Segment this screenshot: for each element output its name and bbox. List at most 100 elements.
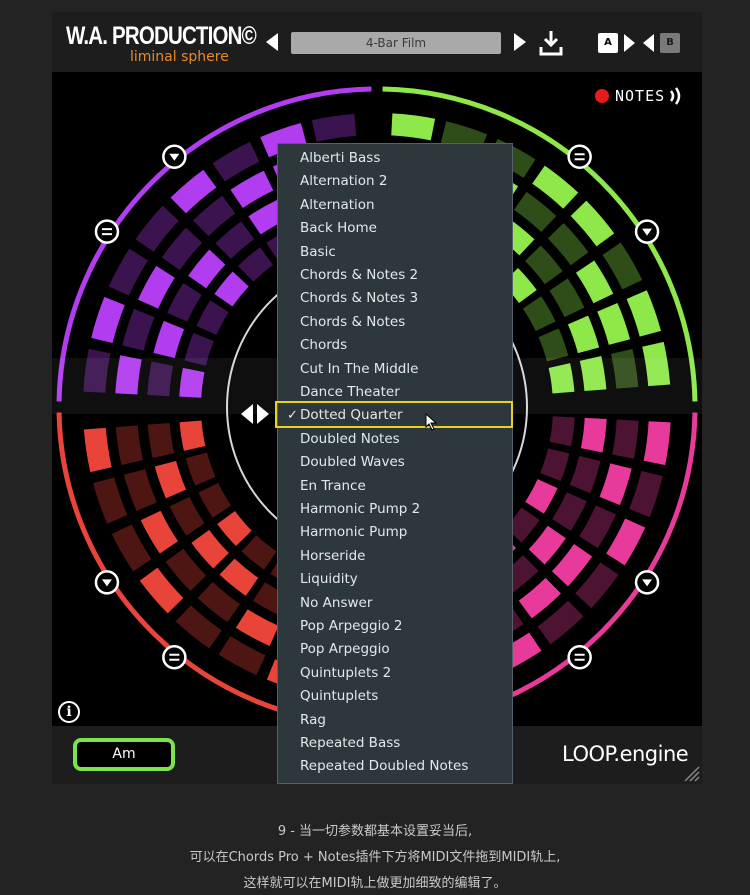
segment-red bbox=[165, 548, 207, 591]
segment-pink bbox=[552, 492, 587, 531]
menu-item[interactable]: Rag bbox=[278, 709, 512, 732]
segment-purple bbox=[108, 248, 148, 296]
menu-item[interactable]: Quintuplets 2 bbox=[278, 662, 512, 685]
segment-pink bbox=[528, 525, 566, 565]
segment-green bbox=[538, 328, 569, 362]
menu-item-label: No Answer bbox=[300, 594, 373, 611]
menu-item-label: Chords & Notes 2 bbox=[300, 267, 419, 283]
menu-item-label: Rag bbox=[300, 711, 326, 728]
segment-red bbox=[191, 529, 229, 569]
brand-subtitle: liminal sphere bbox=[130, 49, 229, 65]
menu-item[interactable]: Liquidity bbox=[278, 568, 512, 591]
segment-pink bbox=[579, 505, 616, 549]
menu-toggle-icon[interactable] bbox=[94, 219, 120, 244]
menu-item[interactable]: Dance Theater bbox=[278, 381, 512, 404]
segment-pink bbox=[606, 518, 646, 566]
previous-preset-arrow-icon[interactable] bbox=[266, 33, 278, 51]
segment-red bbox=[140, 510, 179, 554]
segment-red bbox=[219, 558, 259, 596]
menu-item[interactable]: Alternation bbox=[278, 194, 512, 217]
loop-engine-logo: LOOP.engine bbox=[562, 742, 689, 766]
copy-b-to-a-arrow-icon[interactable] bbox=[643, 34, 654, 52]
segment-purple bbox=[91, 296, 125, 344]
menu-item[interactable]: Repeated Doubled Notes bbox=[278, 755, 512, 778]
segment-purple bbox=[215, 221, 255, 259]
segment-green bbox=[522, 296, 556, 331]
menu-item[interactable]: Chords & Notes 3 bbox=[278, 287, 512, 310]
segment-red bbox=[198, 483, 232, 518]
download-icon[interactable] bbox=[538, 29, 564, 57]
menu-item[interactable]: Back Home bbox=[278, 217, 512, 240]
preset-a-button[interactable]: A bbox=[598, 33, 618, 53]
dropdown-toggle-icon[interactable] bbox=[94, 570, 120, 595]
dropdown-toggle-icon[interactable] bbox=[634, 219, 660, 244]
segment-green bbox=[391, 113, 436, 141]
caption-line-2: 可以在Chords Pro + Notes插件下方将MIDI文件拖到MIDI轨上… bbox=[189, 850, 561, 865]
menu-item[interactable]: Quintuplets bbox=[278, 685, 512, 708]
segment-green bbox=[567, 315, 600, 354]
menu-item[interactable]: Horseride bbox=[278, 545, 512, 568]
menu-item[interactable]: Chords bbox=[278, 334, 512, 357]
checkmark-icon: ✓ bbox=[287, 408, 298, 424]
menu-item-label: Chords bbox=[300, 337, 348, 354]
dropdown-toggle-icon[interactable] bbox=[162, 144, 187, 170]
segment-purple bbox=[230, 170, 274, 209]
segment-purple bbox=[161, 227, 203, 271]
menu-item-label: Dotted Quarter bbox=[300, 407, 403, 424]
menu-item[interactable]: ✓ Dotted Quarter bbox=[278, 404, 512, 427]
copy-a-to-b-arrow-icon[interactable] bbox=[624, 34, 635, 52]
menu-item-label: Doubled Notes bbox=[300, 430, 400, 447]
segment-pink bbox=[551, 543, 593, 587]
segment-green bbox=[626, 290, 661, 337]
brand-title: W.A. PRODUCTION© bbox=[66, 22, 257, 50]
preset-b-button[interactable]: B bbox=[660, 33, 680, 53]
menu-item[interactable]: Pop Arpeggio 2 bbox=[278, 615, 512, 638]
menu-toggle-icon[interactable] bbox=[567, 644, 592, 670]
menu-item[interactable]: Chords & Notes bbox=[278, 311, 512, 334]
resize-grip-icon[interactable] bbox=[680, 762, 700, 782]
menu-item[interactable]: Doubled Waves bbox=[278, 451, 512, 474]
menu-item[interactable]: Doubled Notes bbox=[278, 428, 512, 451]
segment-pink bbox=[612, 419, 639, 459]
segment-purple bbox=[193, 195, 236, 237]
menu-item-label: Alternation bbox=[300, 196, 375, 213]
menu-item[interactable]: Pop Arpeggio bbox=[278, 638, 512, 661]
menu-toggle-icon[interactable] bbox=[567, 144, 592, 170]
segment-green bbox=[549, 278, 585, 318]
segment-purple bbox=[311, 113, 357, 142]
segment-pink bbox=[580, 417, 607, 453]
menu-item[interactable]: Repeated Bass bbox=[278, 732, 512, 755]
segment-pink bbox=[569, 455, 601, 494]
left-right-arrows-icon[interactable] bbox=[240, 403, 270, 425]
top-bar: W.A. PRODUCTION© liminal sphere 4-Bar Fi… bbox=[52, 12, 702, 72]
key-selector[interactable]: Am bbox=[73, 738, 175, 771]
menu-item[interactable]: En Trance bbox=[278, 475, 512, 498]
menu-item-label: Back Home bbox=[300, 220, 377, 237]
segment-purple bbox=[147, 361, 174, 397]
segment-purple bbox=[214, 271, 249, 307]
dropdown-toggle-icon[interactable] bbox=[634, 570, 660, 595]
menu-item[interactable]: Alternation 2 bbox=[278, 170, 512, 193]
menu-item[interactable]: No Answer bbox=[278, 592, 512, 615]
next-preset-arrow-icon[interactable] bbox=[514, 33, 526, 51]
menu-item[interactable]: Harmonic Pump bbox=[278, 521, 512, 544]
segment-pink bbox=[549, 416, 575, 447]
preset-name-field[interactable]: 4-Bar Film bbox=[291, 32, 501, 54]
menu-item-label: Liquidity bbox=[300, 571, 358, 588]
segment-red bbox=[115, 425, 143, 466]
menu-item[interactable]: Chords & Notes 2 bbox=[278, 264, 512, 287]
segment-green bbox=[597, 302, 631, 345]
info-icon[interactable]: i bbox=[58, 701, 80, 723]
menu-item[interactable]: Basic bbox=[278, 241, 512, 264]
menu-toggle-icon[interactable] bbox=[162, 644, 187, 670]
segment-green bbox=[602, 242, 643, 290]
segment-pink bbox=[599, 463, 632, 506]
segment-red bbox=[93, 477, 128, 524]
segment-red bbox=[147, 422, 175, 458]
menu-item[interactable]: Harmonic Pump 2 bbox=[278, 498, 512, 521]
menu-item-label: Doubled Waves bbox=[300, 454, 405, 471]
menu-item[interactable]: Alberti Bass bbox=[278, 147, 512, 170]
segment-purple bbox=[153, 320, 185, 359]
segment-red bbox=[217, 510, 252, 547]
menu-item[interactable]: Cut In The Middle bbox=[278, 358, 512, 381]
